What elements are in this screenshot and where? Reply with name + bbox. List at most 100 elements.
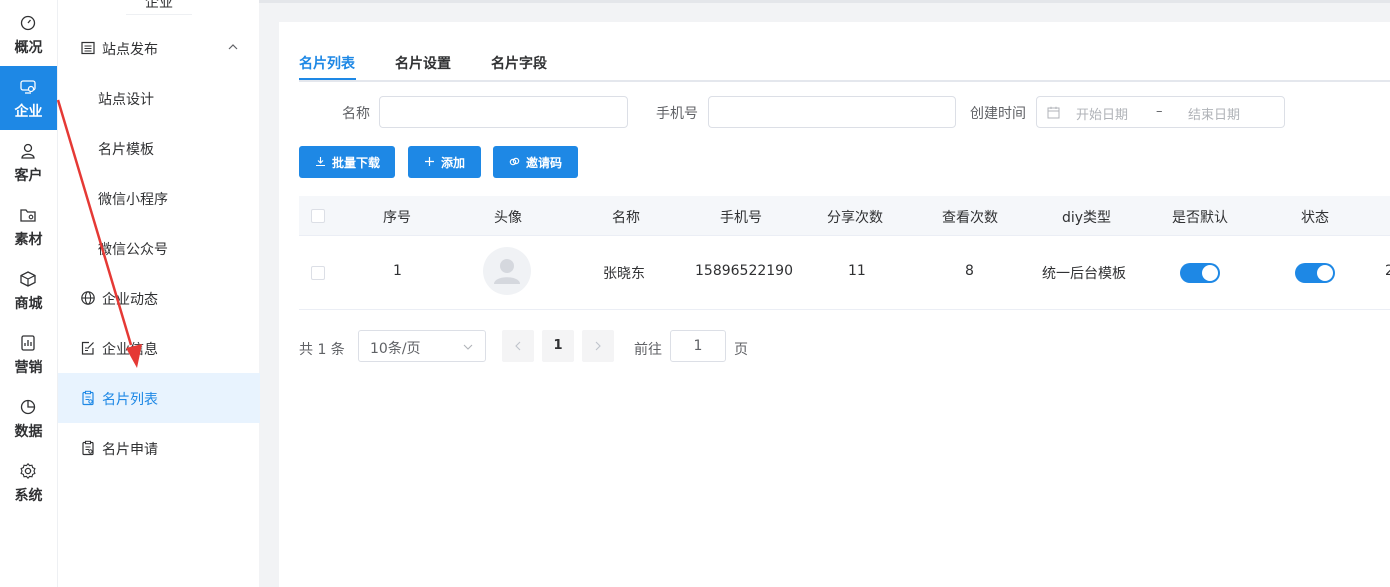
link-icon xyxy=(509,157,520,166)
goto-page-input[interactable]: 1 xyxy=(670,330,726,362)
rail-item-system[interactable]: 系统 xyxy=(0,450,57,514)
date-range-picker[interactable]: 开始日期 – 结束日期 xyxy=(1036,96,1285,128)
column-header: 手机号 xyxy=(720,210,762,226)
page-size-value: 10条/页 xyxy=(370,341,421,357)
user-icon xyxy=(21,143,35,159)
tab-card-list[interactable]: 名片列表 xyxy=(299,53,355,73)
chevron-right-icon xyxy=(595,341,601,351)
rail-item-enterprise[interactable]: 企业 xyxy=(0,66,57,130)
end-date-input[interactable]: 结束日期 xyxy=(1188,104,1240,123)
add-button[interactable]: 添加 xyxy=(408,146,481,178)
row-index: 1 xyxy=(393,263,402,279)
rail-label: 商城 xyxy=(14,296,43,312)
menu-card-template[interactable]: 名片模板 xyxy=(58,123,260,173)
menu-card-apply[interactable]: 名片申请 xyxy=(58,423,260,473)
icon-rail: 概况 企业 客户 素材 商城 营销 数据 系统 xyxy=(0,0,57,587)
download-icon xyxy=(316,157,325,167)
avatar xyxy=(483,247,531,295)
row-checkbox[interactable] xyxy=(311,266,325,280)
menu-label: 站点发布 xyxy=(102,42,158,58)
column-header: 序号 xyxy=(383,210,411,226)
batch-download-button[interactable]: 批量下载 xyxy=(299,146,395,178)
row-diy-type: 统一后台模板 xyxy=(1042,266,1126,282)
column-header: 状态 xyxy=(1301,210,1329,226)
rail-item-mall[interactable]: 商城 xyxy=(0,258,57,322)
menu-label: 微信公众号 xyxy=(98,242,168,258)
menu-site-publish[interactable]: 站点发布 xyxy=(58,23,260,73)
report-icon xyxy=(21,335,35,351)
invite-code-button[interactable]: 邀请码 xyxy=(493,146,578,178)
menu-card-list[interactable]: 名片列表 xyxy=(58,373,260,423)
menu-label: 企业动态 xyxy=(102,292,158,308)
next-page-button[interactable] xyxy=(582,330,614,362)
chevron-left-icon xyxy=(515,341,521,351)
tab-card-fields[interactable]: 名片字段 xyxy=(491,53,547,73)
rail-label: 素材 xyxy=(14,232,43,248)
start-date-input[interactable]: 开始日期 xyxy=(1076,104,1128,123)
rail-label: 系统 xyxy=(14,488,43,504)
row-phone: 15896522190 xyxy=(695,263,793,279)
dashboard-icon xyxy=(20,15,36,31)
submenu-header: 企业 xyxy=(126,0,192,11)
menu-site-design[interactable]: 站点设计 xyxy=(58,73,260,123)
page-size-select[interactable]: 10条/页 xyxy=(358,330,486,362)
chevron-down-icon xyxy=(463,344,473,350)
select-all-checkbox[interactable] xyxy=(311,209,325,223)
rail-item-marketing[interactable]: 营销 xyxy=(0,322,57,386)
rail-label: 数据 xyxy=(14,424,43,440)
menu-enterprise-info[interactable]: 企业信息 xyxy=(58,323,260,373)
menu-wechat-official[interactable]: 微信公众号 xyxy=(58,223,260,273)
row-views: 8 xyxy=(965,263,974,279)
menu-label: 微信小程序 xyxy=(98,192,168,208)
row-shares: 11 xyxy=(848,263,866,279)
column-header: 是否默认 xyxy=(1172,210,1228,226)
table-header: 序号 头像 名称 手机号 分享次数 查看次数 diy类型 是否默认 状态 xyxy=(299,196,1390,236)
menu-label: 站点设计 xyxy=(98,92,154,108)
chevron-up-icon xyxy=(228,44,238,50)
rail-label: 概况 xyxy=(14,40,43,56)
rail-item-data[interactable]: 数据 xyxy=(0,386,57,450)
folder-icon xyxy=(20,209,36,222)
rail-label: 客户 xyxy=(14,168,43,184)
is-default-toggle[interactable] xyxy=(1180,263,1220,283)
prev-page-button[interactable] xyxy=(502,330,534,362)
rail-item-customer[interactable]: 客户 xyxy=(0,130,57,194)
status-toggle[interactable] xyxy=(1295,263,1335,283)
rail-label: 企业 xyxy=(14,104,43,120)
phone-filter-input[interactable] xyxy=(708,96,956,128)
range-separator: – xyxy=(1156,104,1163,119)
add-label: 添加 xyxy=(441,156,466,170)
name-filter-input[interactable] xyxy=(379,96,628,128)
globe-icon xyxy=(81,291,95,305)
rail-label: 营销 xyxy=(14,360,43,376)
menu-wechat-miniprogram[interactable]: 微信小程序 xyxy=(58,173,260,223)
tab-bar: 名片列表 名片设置 名片字段 xyxy=(299,52,1390,82)
menu-enterprise-news[interactable]: 企业动态 xyxy=(58,273,260,323)
active-tab-indicator xyxy=(299,78,356,80)
column-header: diy类型 xyxy=(1062,210,1112,226)
name-filter-label: 名称 xyxy=(342,106,370,122)
goto-label: 前往 xyxy=(634,342,662,358)
row-overflow-text: 2 xyxy=(1385,263,1390,279)
table-row: 1 张晓东 15896522190 11 8 统一后台模板 2 xyxy=(299,236,1390,310)
rail-item-overview[interactable]: 概况 xyxy=(0,2,57,66)
gear-icon xyxy=(20,462,36,480)
calendar-icon xyxy=(1047,106,1060,119)
column-header: 名称 xyxy=(612,210,640,226)
clipboard-icon xyxy=(82,390,94,406)
menu-label: 名片模板 xyxy=(98,142,154,158)
rail-item-material[interactable]: 素材 xyxy=(0,194,57,258)
menu-label: 企业信息 xyxy=(102,342,158,358)
menu-label: 名片列表 xyxy=(102,392,158,408)
monitor-icon xyxy=(20,80,36,94)
page-suffix: 页 xyxy=(734,342,748,358)
invite-code-label: 邀请码 xyxy=(526,156,563,170)
page-number-current[interactable]: 1 xyxy=(542,330,574,362)
list-icon xyxy=(81,41,95,55)
clipboard-icon xyxy=(82,440,94,456)
plus-icon xyxy=(425,157,434,166)
pie-chart-icon xyxy=(20,399,36,415)
tab-card-settings[interactable]: 名片设置 xyxy=(395,53,451,73)
submenu-divider xyxy=(126,14,192,15)
edit-doc-icon xyxy=(81,341,94,355)
